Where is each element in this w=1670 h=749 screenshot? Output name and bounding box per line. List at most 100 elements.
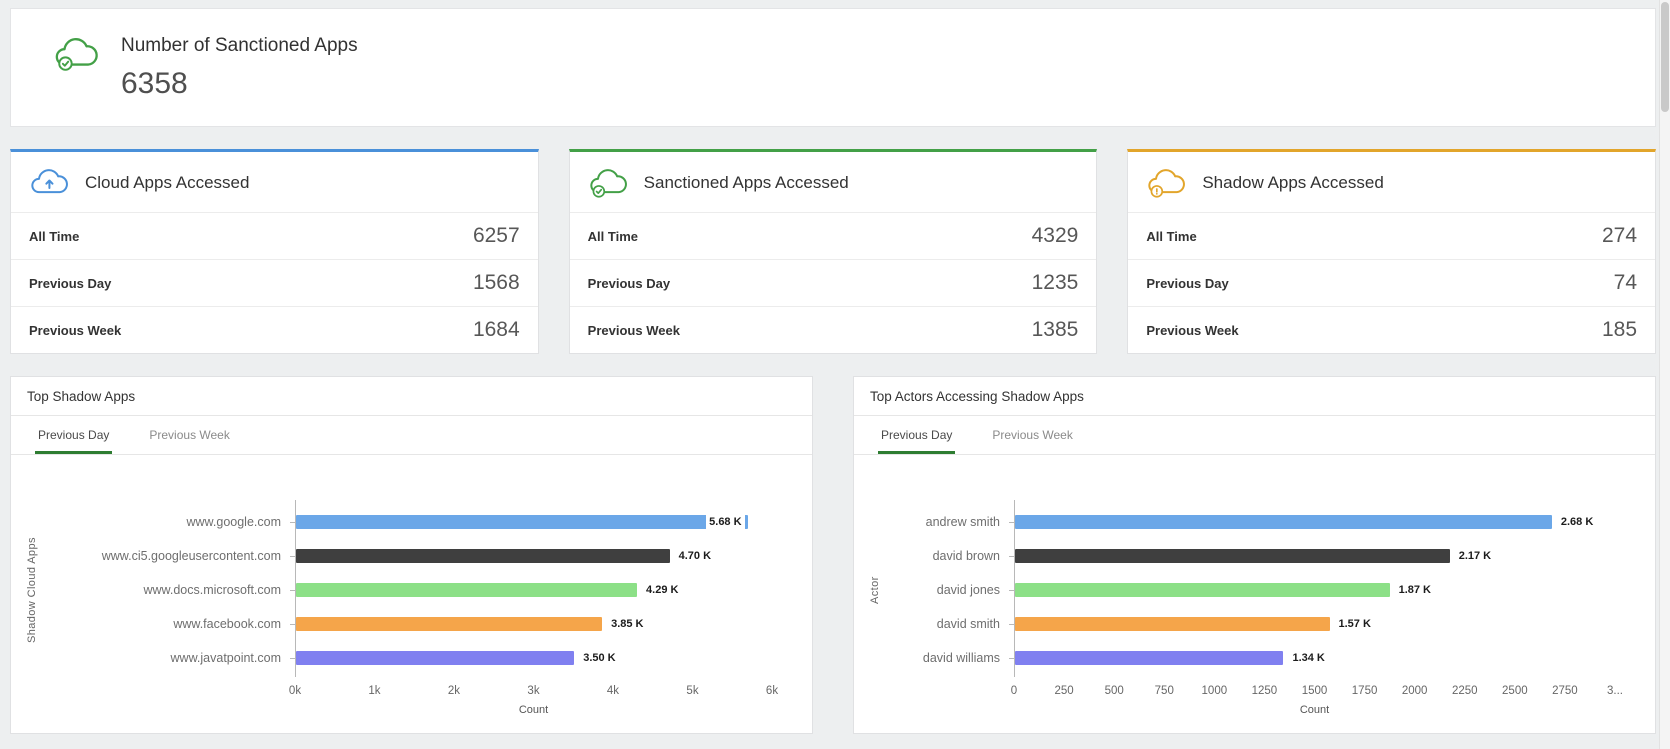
cloud-check-icon [53,35,99,78]
bar: 1.87 K [1015,583,1390,597]
chart-bar-row: www.docs.microsoft.com4.29 K [43,573,772,607]
stat-value: 1385 [1032,318,1079,342]
category-label: www.google.com [43,515,295,529]
stat-cards-row: Cloud Apps Accessed All Time 6257 Previo… [10,149,1656,354]
chart-tabs: Previous Day Previous Week [854,416,1655,455]
bar: 5.68 K [296,515,748,529]
x-tick-label: 2750 [1552,685,1578,697]
vertical-scrollbar[interactable] [1659,0,1670,749]
stat-value: 185 [1602,318,1637,342]
chart-bar-row: www.ci5.googleusercontent.com4.70 K [43,539,772,573]
category-label: david smith [886,617,1014,631]
chart-bar-row: david williams1.34 K [886,641,1615,675]
stat-value: 1568 [473,271,520,295]
x-tick-label: 1k [368,685,380,697]
stat-row: Previous Week 185 [1128,306,1655,353]
stat-card-cloud-apps: Cloud Apps Accessed All Time 6257 Previo… [10,149,539,354]
bar-value-label: 1.57 K [1336,617,1374,631]
x-tick-label: 6k [766,685,778,697]
card-header: Shadow Apps Accessed [1128,152,1655,212]
bar-track: 5.68 K [295,515,772,529]
x-tick-label: 2000 [1402,685,1428,697]
bar: 4.70 K [296,549,670,563]
stat-value: 6257 [473,224,520,248]
tab-previous-day[interactable]: Previous Day [878,416,955,454]
x-tick-label: 4k [607,685,619,697]
bar-track: 2.68 K [1014,515,1615,529]
chart-rows: andrew smith2.68 Kdavid brown2.17 Kdavid… [886,505,1615,675]
stat-label: Previous Week [1146,323,1238,338]
x-tick-label: 3k [527,685,539,697]
category-label: andrew smith [886,515,1014,529]
stat-value: 4329 [1032,224,1079,248]
chart-rows: www.google.com5.68 K www.ci5.googleuserco… [43,505,772,675]
stat-row: Previous Day 1568 [11,259,538,306]
bar: 4.29 K [296,583,637,597]
card-title: Shadow Apps Accessed [1202,173,1383,193]
charts-row: Top Shadow Apps Previous Day Previous Wee… [10,376,1656,734]
bar-track: 1.57 K [1014,617,1615,631]
bar: 3.85 K [296,617,602,631]
category-label: www.facebook.com [43,617,295,631]
x-tick-label: 1750 [1352,685,1378,697]
x-tick-label: 1250 [1252,685,1278,697]
bar-track: 3.50 K [295,651,772,665]
bar-value-label: 2.17 K [1456,549,1494,563]
stat-row: All Time 6257 [11,212,538,259]
bar-track: 2.17 K [1014,549,1615,563]
x-tick-label: 0 [1011,685,1017,697]
chart-tabs: Previous Day Previous Week [11,416,812,455]
category-label: david williams [886,651,1014,665]
bar-track: 4.29 K [295,583,772,597]
card-header: Sanctioned Apps Accessed [570,152,1097,212]
top-shadow-apps-panel: Top Shadow Apps Previous Day Previous Wee… [10,376,813,734]
banner-value: 6358 [121,67,358,101]
shadow-apps-chart: Shadow Cloud Apps www.google.com5.68 Kww… [11,455,812,716]
category-label: www.ci5.googleusercontent.com [43,549,295,563]
stat-card-sanctioned-apps: Sanctioned Apps Accessed All Time 4329 P… [569,149,1098,354]
bar: 1.34 K [1015,651,1283,665]
x-tick-label: 0k [289,685,301,697]
tab-previous-week[interactable]: Previous Week [989,416,1075,454]
bar-track: 1.87 K [1014,583,1615,597]
card-title: Sanctioned Apps Accessed [644,173,849,193]
chart-bar-row: www.javatpoint.com3.50 K [43,641,772,675]
scrollbar-thumb[interactable] [1661,2,1669,112]
x-tick-label: 1500 [1302,685,1328,697]
stat-label: All Time [1146,229,1196,244]
category-label: www.javatpoint.com [43,651,295,665]
stat-card-shadow-apps: Shadow Apps Accessed All Time 274 Previo… [1127,149,1656,354]
x-tick-label: 250 [1054,685,1073,697]
plot-area: andrew smith2.68 Kdavid brown2.17 Kdavid… [886,505,1639,716]
chart-bar-row: david smith1.57 K [886,607,1615,641]
bar-value-label: 3.50 K [580,651,618,665]
chart-bar-row: www.facebook.com3.85 K [43,607,772,641]
bar: 3.50 K [296,651,574,665]
cloud-apps-icon [29,167,69,199]
stat-row: Previous Day 74 [1128,259,1655,306]
bar: 1.57 K [1015,617,1330,631]
stat-label: Previous Week [588,323,680,338]
panel-title: Top Shadow Apps [11,377,812,416]
sanctioned-apps-banner: Number of Sanctioned Apps 6358 [10,8,1656,127]
x-tick-label: 3... [1607,685,1623,697]
card-title: Cloud Apps Accessed [85,173,249,193]
bar-value-label: 1.87 K [1396,583,1434,597]
x-tick-label: 1000 [1202,685,1228,697]
y-axis-label: Shadow Cloud Apps [21,505,43,675]
x-axis-ticks: 0k1k2k3k4k5k6k [295,685,772,701]
banner-text: Number of Sanctioned Apps 6358 [121,31,358,101]
stat-label: All Time [588,229,638,244]
stat-row: Previous Week 1385 [570,306,1097,353]
card-header: Cloud Apps Accessed [11,152,538,212]
tab-previous-week[interactable]: Previous Week [146,416,232,454]
stat-value: 274 [1602,224,1637,248]
bar: 2.17 K [1015,549,1450,563]
chart-bar-row: david jones1.87 K [886,573,1615,607]
y-axis-label: Actor [864,505,886,675]
tab-previous-day[interactable]: Previous Day [35,416,112,454]
bar-track: 3.85 K [295,617,772,631]
x-axis-ticks: 0250500750100012501500175020002250250027… [1014,685,1615,701]
stat-label: Previous Week [29,323,121,338]
banner-title: Number of Sanctioned Apps [121,35,358,57]
